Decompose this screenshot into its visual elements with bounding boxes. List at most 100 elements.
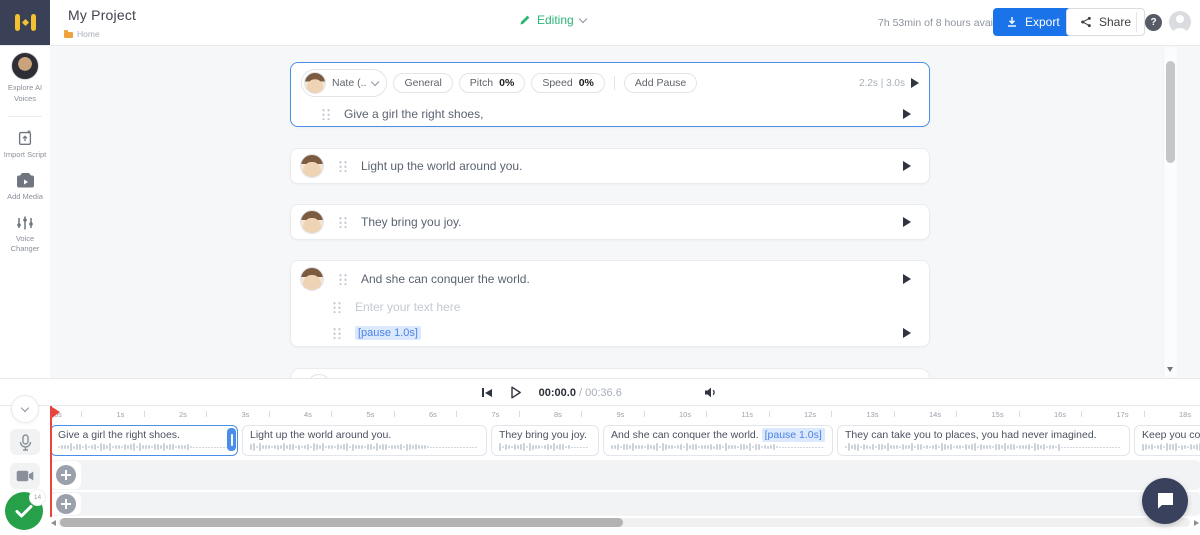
project-title[interactable]: My Project [68, 7, 136, 23]
account-avatar[interactable] [1169, 11, 1191, 33]
empty-track [50, 492, 1200, 516]
sidebar-item-add-media[interactable]: Add Media [0, 173, 50, 203]
add-clip-button[interactable] [56, 465, 76, 485]
timeline[interactable]: 0s1s2s3s4s5s6s7s8s9s10s11s12s13s14s15s16… [50, 406, 1200, 535]
clip-text: And she can conquer the world. [pause 1.… [611, 428, 825, 442]
script-block[interactable]: Light up the world around you. [290, 148, 930, 184]
script-text[interactable]: Give a girl the right shoes, [344, 107, 483, 121]
script-block-partial[interactable] [290, 368, 930, 378]
ruler-label: 5s [367, 410, 375, 419]
share-button[interactable]: Share [1066, 8, 1145, 36]
mode-selector[interactable]: Editing [519, 13, 586, 27]
export-label: Export [1025, 15, 1060, 29]
pitch-button[interactable]: Pitch0% [459, 73, 526, 93]
share-icon [1080, 16, 1092, 28]
chevron-down-icon [371, 77, 379, 85]
track-header [51, 461, 81, 489]
speed-button[interactable]: Speed0% [531, 73, 605, 93]
ruler-tick [706, 411, 707, 417]
ruler-tick [956, 411, 957, 417]
play-line-icon[interactable] [903, 161, 911, 171]
scroll-left-icon[interactable] [51, 520, 56, 526]
drag-handle-icon[interactable] [338, 160, 347, 172]
ruler-label: 16s [1054, 410, 1066, 419]
drag-handle-icon[interactable] [321, 108, 330, 120]
chat-widget-button[interactable] [1142, 478, 1188, 524]
collapse-timeline-button[interactable] [11, 395, 39, 423]
timeline-clip[interactable]: And she can conquer the world. [pause 1.… [603, 425, 833, 456]
breadcrumb-home[interactable]: Home [77, 29, 100, 39]
ruler-tick [331, 411, 332, 417]
scroll-down-icon[interactable] [1167, 367, 1173, 372]
script-text[interactable]: Light up the world around you. [361, 159, 522, 173]
ruler-label: 2s [179, 410, 187, 419]
ruler-tick [831, 411, 832, 417]
ruler-label: 15s [992, 410, 1004, 419]
add-clip-button[interactable] [56, 494, 76, 514]
script-text[interactable]: And she can conquer the world. [361, 272, 530, 286]
scrollbar-thumb[interactable] [60, 518, 623, 527]
sidebar-item-voice-changer[interactable]: Voice Changer [0, 215, 50, 256]
scrollbar-thumb[interactable] [1166, 61, 1175, 163]
ruler-label: 4s [304, 410, 312, 419]
voice-selector[interactable]: Nate (.. [301, 69, 387, 97]
script-line-empty[interactable]: Enter your text here [291, 294, 929, 320]
text-placeholder[interactable]: Enter your text here [355, 300, 460, 314]
timeline-panel: 00:00.0 / 00:36.6 14 0s1s2s3s4s5s6s7s8s9… [0, 378, 1200, 534]
share-label: Share [1099, 15, 1131, 29]
pause-tag: [pause 1.0s] [762, 428, 825, 442]
timeline-scrollbar[interactable] [50, 518, 1200, 528]
ruler-label: 7s [492, 410, 500, 419]
add-video-button[interactable] [10, 463, 40, 489]
timeline-clip[interactable]: They can take you to places, you had nev… [837, 425, 1130, 456]
clip-resize-handle[interactable] [227, 428, 236, 451]
play-block-icon[interactable] [911, 78, 919, 88]
pause-tag[interactable]: [pause 1.0s] [355, 326, 421, 340]
autosave-check-button[interactable]: 14 [5, 492, 43, 530]
sidebar-label: Import Script [2, 150, 48, 161]
script-block[interactable]: And she can conquer the world. Enter you… [290, 260, 930, 347]
record-voice-button[interactable] [10, 429, 40, 455]
drag-handle-icon[interactable] [332, 327, 341, 339]
play-line-icon[interactable] [903, 328, 911, 338]
playhead[interactable] [50, 406, 52, 517]
timeline-ruler[interactable]: 0s1s2s3s4s5s6s7s8s9s10s11s12s13s14s15s16… [50, 406, 1200, 423]
ruler-tick [456, 411, 457, 417]
playback-bar: 00:00.0 / 00:36.6 [0, 379, 1200, 406]
block-toolbar: Nate (.. General Pitch0% Speed0% Add Pau… [291, 63, 929, 99]
breadcrumb[interactable]: Home [64, 29, 100, 39]
sidebar-item-explore-ai-voices[interactable]: Explore AI Voices [0, 52, 50, 105]
drag-handle-icon[interactable] [338, 273, 347, 285]
play-line-icon[interactable] [903, 217, 911, 227]
sidebar-item-import-script[interactable]: Import Script [0, 129, 50, 161]
toolbar-divider [614, 76, 615, 90]
app-logo-icon[interactable] [0, 0, 50, 45]
editor-scrollbar[interactable] [1163, 47, 1177, 377]
drag-handle-icon[interactable] [332, 301, 341, 313]
script-line-pause[interactable]: [pause 1.0s] [291, 320, 929, 346]
play-button[interactable] [508, 385, 523, 400]
playhead-flag-icon [52, 407, 60, 418]
export-button[interactable]: Export [993, 8, 1073, 36]
help-button[interactable]: ? [1145, 14, 1162, 31]
ruler-label: 9s [617, 410, 625, 419]
timeline-clip[interactable]: Give a girl the right shoes. [50, 425, 238, 456]
timeline-clip[interactable]: They bring you joy. [491, 425, 599, 456]
play-line-icon[interactable] [903, 274, 911, 284]
play-line-icon[interactable] [903, 109, 911, 119]
script-block[interactable]: They bring you joy. [290, 204, 930, 240]
scroll-right-icon[interactable] [1194, 520, 1199, 526]
add-pause-button[interactable]: Add Pause [624, 73, 697, 93]
script-line[interactable]: Give a girl the right shoes, [291, 99, 929, 129]
timeline-clip[interactable]: Keep you comp [1134, 425, 1200, 456]
sidebar-label: Voice Changer [2, 234, 48, 256]
style-button[interactable]: General [393, 73, 452, 93]
clip-text: They bring you joy. [499, 428, 591, 442]
timeline-clip[interactable]: Light up the world around you. [242, 425, 487, 456]
skip-to-start-button[interactable] [482, 388, 492, 397]
script-block-selected[interactable]: Nate (.. General Pitch0% Speed0% Add Pau… [290, 62, 930, 127]
waveform [250, 442, 479, 452]
volume-icon[interactable] [704, 386, 718, 399]
script-text[interactable]: They bring you joy. [361, 215, 462, 229]
drag-handle-icon[interactable] [338, 216, 347, 228]
